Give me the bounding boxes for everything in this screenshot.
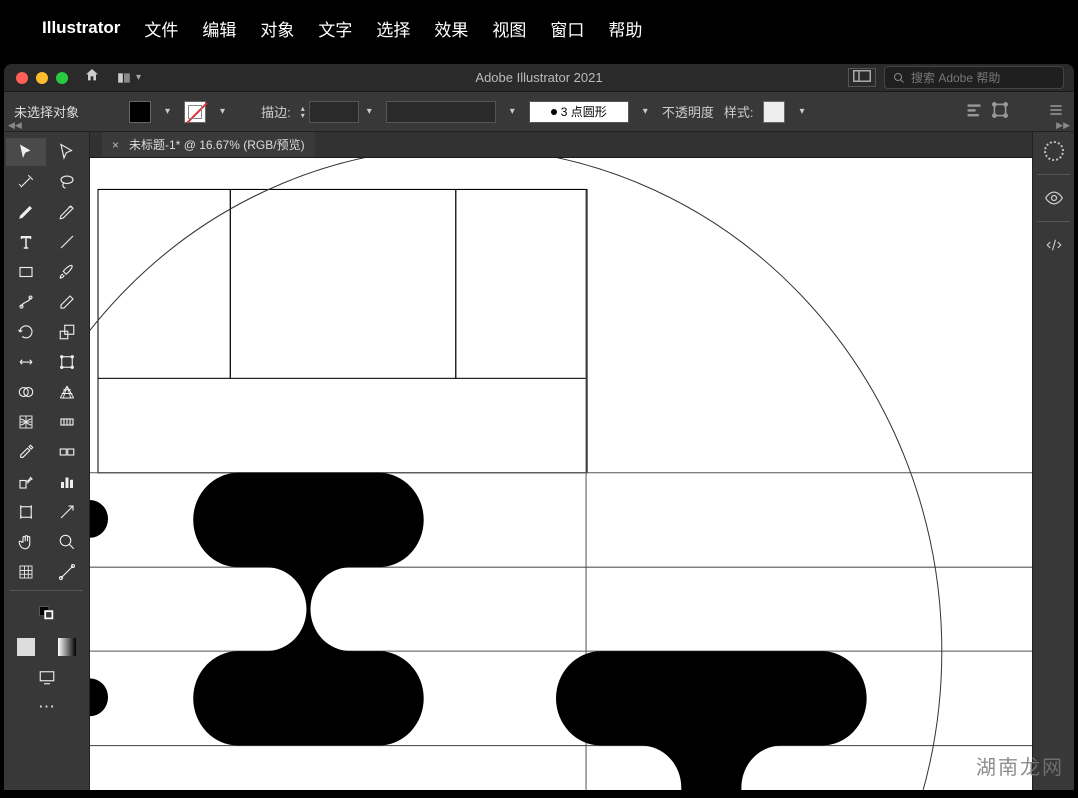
blend-tool[interactable] (48, 438, 88, 466)
dock-collapse-icon[interactable]: ▶▶ (1056, 120, 1070, 131)
edit-toolbar-button[interactable]: ⋯ (6, 693, 87, 721)
line-segment-tool[interactable] (48, 228, 88, 256)
shaper-tool[interactable] (6, 288, 46, 316)
workspace-icon[interactable] (848, 68, 876, 87)
fill-color-swatch[interactable] (129, 101, 151, 123)
close-tab-icon[interactable]: × (112, 138, 119, 152)
document-tab-bar: × 未标题-1* @ 16.67% (RGB/预览) (90, 132, 1032, 158)
menu-file[interactable]: 文件 (144, 16, 178, 41)
stroke-dropdown-icon[interactable]: ▾ (216, 106, 229, 117)
perspective-grid-tool[interactable] (48, 378, 88, 406)
style-dropdown-icon[interactable]: ▾ (795, 106, 808, 117)
opacity-label: 不透明度 (662, 102, 714, 121)
menu-view[interactable]: 视图 (492, 16, 526, 41)
color-mode-gradient[interactable] (48, 633, 88, 661)
macos-menubar: Illustrator 文件 编辑 对象 文字 选择 效果 视图 窗口 帮助 (0, 0, 1078, 56)
home-icon[interactable] (84, 67, 100, 88)
direct-selection-tool[interactable] (48, 138, 88, 166)
menu-type[interactable]: 文字 (318, 16, 352, 41)
eyedropper-tool[interactable] (6, 438, 46, 466)
search-input[interactable]: 搜索 Adobe 帮助 (884, 66, 1064, 89)
panel-collapse-icon[interactable]: ◀◀ (8, 120, 22, 131)
menu-object[interactable]: 对象 (260, 16, 294, 41)
arrange-documents-icon[interactable]: ▾ (116, 71, 141, 85)
right-panel-dock: ▶▶ (1032, 132, 1074, 798)
fullscreen-window-button[interactable] (56, 72, 68, 84)
minimize-window-button[interactable] (36, 72, 48, 84)
lasso-tool[interactable] (48, 168, 88, 196)
width-tool[interactable] (6, 348, 46, 376)
selection-tool[interactable] (6, 138, 46, 166)
workspace: ◀◀ (4, 132, 1074, 798)
rotate-tool[interactable] (6, 318, 46, 346)
preferences-icon[interactable] (1048, 102, 1064, 121)
align-icon[interactable] (966, 102, 982, 121)
menu-select[interactable]: 选择 (376, 16, 410, 41)
column-graph-tool[interactable] (48, 468, 88, 496)
tool-panel: ◀◀ (4, 132, 90, 798)
type-tool[interactable] (6, 228, 46, 256)
screen-mode-button[interactable] (6, 663, 87, 691)
menu-effect[interactable]: 效果 (434, 16, 468, 41)
properties-panel-icon[interactable] (1041, 138, 1067, 164)
pen-tool[interactable] (6, 198, 46, 226)
style-label: 样式: (724, 102, 754, 121)
window-controls (4, 72, 68, 84)
search-placeholder: 搜索 Adobe 帮助 (911, 69, 1000, 86)
free-transform-tool[interactable] (48, 348, 88, 376)
measure-tool[interactable] (48, 558, 88, 586)
menu-window[interactable]: 窗口 (550, 16, 584, 41)
document-tab[interactable]: × 未标题-1* @ 16.67% (RGB/预览) (102, 132, 315, 157)
transform-icon[interactable] (992, 102, 1008, 121)
eraser-tool[interactable] (48, 288, 88, 316)
graphic-style-swatch[interactable] (763, 101, 785, 123)
menu-help[interactable]: 帮助 (608, 16, 642, 41)
color-mode-color[interactable] (6, 633, 46, 661)
brush-definition[interactable]: 3 点圆形 (529, 101, 629, 123)
hand-tool[interactable] (6, 528, 46, 556)
curvature-tool[interactable] (48, 198, 88, 226)
close-window-button[interactable] (16, 72, 28, 84)
control-bar: 未选择对象 ▾ ▾ 描边: ▴▾ ▾ ▾ 3 点圆形 ▾ 不透明度 样式: ▾ (4, 92, 1074, 132)
variable-width-profile[interactable] (386, 101, 496, 123)
stroke-color-swatch[interactable] (184, 101, 206, 123)
brush-label: 3 点圆形 (561, 103, 607, 120)
scale-tool[interactable] (48, 318, 88, 346)
titlebar: ▾ Adobe Illustrator 2021 搜索 Adobe 帮助 (4, 64, 1074, 92)
print-tiling-tool[interactable] (6, 558, 46, 586)
artboard (90, 158, 1032, 798)
mesh-tool[interactable] (6, 408, 46, 436)
gradient-tool[interactable] (48, 408, 88, 436)
paintbrush-tool[interactable] (48, 258, 88, 286)
stroke-weight-stepper[interactable]: ▴▾ ▾ (301, 101, 376, 123)
app-window: ▾ Adobe Illustrator 2021 搜索 Adobe 帮助 未选择… (4, 64, 1074, 798)
app-name[interactable]: Illustrator (42, 18, 120, 38)
brush-dropdown-icon[interactable]: ▾ (639, 106, 652, 117)
shape-builder-tool[interactable] (6, 378, 46, 406)
menu-edit[interactable]: 编辑 (202, 16, 236, 41)
slice-tool[interactable] (48, 498, 88, 526)
window-title: Adobe Illustrator 2021 (475, 70, 602, 85)
profile-dropdown-icon[interactable]: ▾ (506, 106, 519, 117)
selection-status: 未选择对象 (14, 102, 79, 121)
stroke-label: 描边: (261, 102, 291, 121)
fill-dropdown-icon[interactable]: ▾ (161, 106, 174, 117)
artboard-tool[interactable] (6, 498, 46, 526)
symbol-sprayer-tool[interactable] (6, 468, 46, 496)
magic-wand-tool[interactable] (6, 168, 46, 196)
rectangle-tool[interactable] (6, 258, 46, 286)
appearance-panel-icon[interactable] (1041, 185, 1067, 211)
libraries-panel-icon[interactable] (1041, 232, 1067, 258)
canvas-viewport[interactable] (90, 158, 1032, 798)
fill-stroke-toggle[interactable] (6, 595, 87, 631)
zoom-tool[interactable] (48, 528, 88, 556)
document-tab-label: 未标题-1* @ 16.67% (RGB/预览) (129, 136, 305, 153)
